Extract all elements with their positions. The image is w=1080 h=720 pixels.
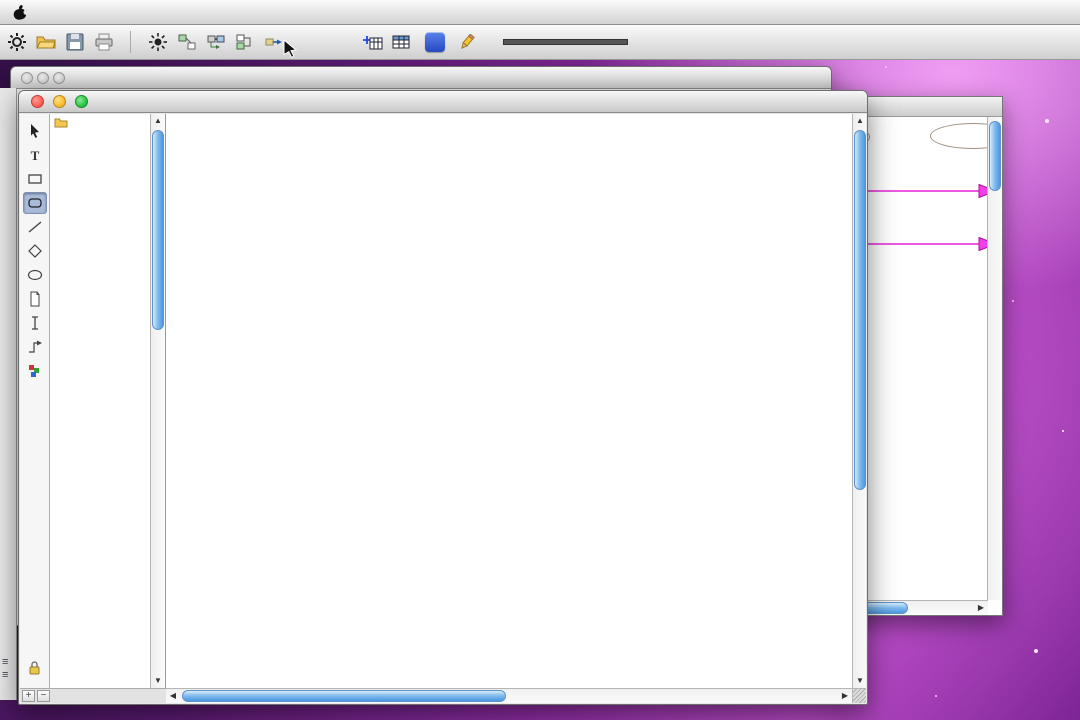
class-window-body: T ▲ ▼ ▲ ▼ ◀ ▶ + − <box>20 114 866 703</box>
tool-rectangle-icon[interactable] <box>23 168 47 190</box>
class-diagram-window: T ▲ ▼ ▲ ▼ ◀ ▶ + − <box>18 90 868 705</box>
mouse-cursor <box>283 40 298 58</box>
zoom-button[interactable] <box>75 95 88 108</box>
tool-ibeam-icon[interactable] <box>23 312 47 334</box>
pencil-icon <box>461 34 475 49</box>
scroll-down-icon[interactable]: ▼ <box>853 674 866 688</box>
scroll-down-icon[interactable]: ▼ <box>151 674 165 688</box>
class-window-titlebar[interactable] <box>19 91 867 113</box>
scroll-up-icon[interactable]: ▲ <box>853 114 866 128</box>
zoom-bar: + − <box>20 688 166 703</box>
page-tab-main[interactable] <box>50 114 165 131</box>
folder-icon <box>54 118 68 128</box>
diagram-copy-icon[interactable] <box>175 30 199 54</box>
zoom-button[interactable] <box>53 72 65 84</box>
list-icon[interactable]: ≡ <box>2 656 8 669</box>
zoom-out-button[interactable]: − <box>37 690 50 702</box>
minimize-button[interactable] <box>37 72 49 84</box>
apple-icon <box>13 4 28 20</box>
tool-diamond-icon[interactable] <box>23 240 47 262</box>
state-vscrollbar[interactable] <box>987 117 1002 600</box>
page-list-scroll-thumb[interactable] <box>152 130 164 330</box>
scroll-left-icon[interactable]: ◀ <box>166 689 180 703</box>
sun-icon[interactable] <box>146 30 170 54</box>
resize-grip[interactable] <box>852 688 866 703</box>
dictionary-titlebar[interactable] <box>11 67 831 89</box>
canvas-vscroll-thumb[interactable] <box>854 130 866 490</box>
page-list-panel: ▲ ▼ <box>50 114 166 688</box>
canvas-vscrollbar[interactable]: ▲ ▼ <box>852 114 866 688</box>
tool-ellipse-icon[interactable] <box>23 264 47 286</box>
app-toolbar <box>0 25 1080 60</box>
toolbar-separator <box>130 31 131 53</box>
close-button[interactable] <box>21 72 33 84</box>
dictionary-entries <box>0 88 16 94</box>
tool-page-icon[interactable] <box>23 288 47 310</box>
canvas-hscroll-thumb[interactable] <box>182 690 506 702</box>
tool-text-icon[interactable]: T <box>23 144 47 166</box>
diagram-branch-icon[interactable] <box>233 30 257 54</box>
menu-bar <box>0 0 1080 25</box>
tool-cursor-icon[interactable] <box>23 120 47 142</box>
desktop: { "menubar": { "items": ["MacA&D","File"… <box>0 0 1080 720</box>
table-icon[interactable] <box>389 30 413 54</box>
connection-layer <box>166 114 852 688</box>
lock-icon[interactable] <box>28 660 41 675</box>
help-button[interactable] <box>425 32 445 52</box>
add-table-icon[interactable] <box>360 30 384 54</box>
save-icon[interactable] <box>63 30 87 54</box>
diagram-link-icon[interactable] <box>204 30 228 54</box>
minimize-button[interactable] <box>53 95 66 108</box>
tool-color-icon[interactable] <box>23 360 47 382</box>
scroll-right-icon[interactable]: ▶ <box>838 689 852 703</box>
close-button[interactable] <box>31 95 44 108</box>
svg-text:T: T <box>30 148 39 163</box>
apple-menu[interactable] <box>12 4 28 21</box>
code-pencil-tool[interactable] <box>457 34 477 50</box>
gear-icon[interactable] <box>5 30 29 54</box>
page-list-scrollbar[interactable]: ▲ ▼ <box>150 114 165 688</box>
zoom-in-button[interactable]: + <box>22 690 35 702</box>
list-icon[interactable]: ≡ <box>2 669 8 682</box>
scroll-up-icon[interactable]: ▲ <box>151 114 165 128</box>
strip-icons: ≡ ≡ <box>2 656 8 682</box>
dictionary-list-strip: ≡ ≡ <box>0 88 17 700</box>
tool-line-icon[interactable] <box>23 216 47 238</box>
canvas-hscrollbar[interactable]: ◀ ▶ <box>166 688 852 703</box>
tool-palette: T <box>20 114 50 688</box>
tool-rounded-rectangle-icon[interactable] <box>22 192 47 214</box>
color-palette <box>503 39 628 45</box>
diagram-canvas[interactable] <box>166 114 852 688</box>
print-icon[interactable] <box>92 30 116 54</box>
open-folder-icon[interactable] <box>34 30 58 54</box>
tool-connector-icon[interactable] <box>23 336 47 358</box>
